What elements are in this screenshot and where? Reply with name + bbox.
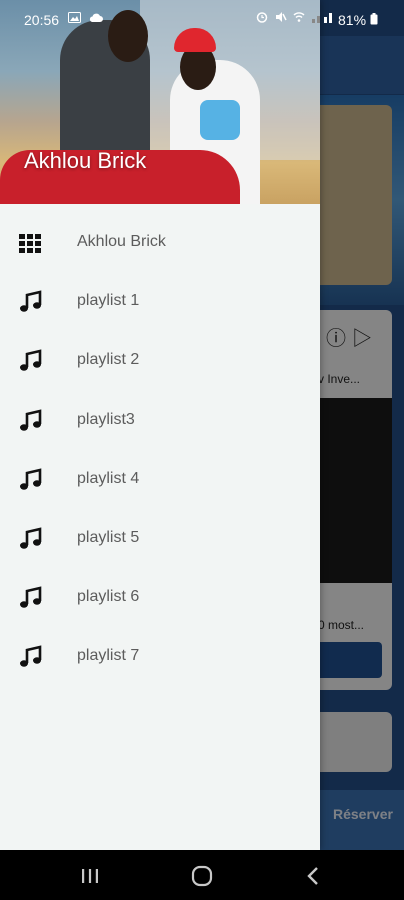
battery-percent: 81% [338, 12, 367, 28]
music-note-icon [20, 645, 42, 668]
battery-level: 81% [338, 12, 378, 28]
grid-icon [19, 234, 41, 253]
drawer-header-name: Akhlou Brick [24, 148, 147, 173]
screen: ⓘ▷ v Inve... 0 most... Réserver 20:56 81… [0, 0, 404, 900]
menu-item-playlist-2[interactable]: playlist 2 [0, 331, 320, 390]
drawer-menu: Akhlou Brick playlist 1 playlist 2 playl… [0, 213, 320, 687]
cloud-icon [89, 13, 103, 22]
menu-item-label: playlist 2 [77, 351, 140, 369]
status-bar: 20:56 81% [0, 0, 404, 36]
battery-icon [370, 13, 378, 25]
menu-item-playlist-3[interactable]: playlist3 [0, 391, 320, 450]
menu-item-playlist-4[interactable]: playlist 4 [0, 450, 320, 509]
menu-item-label: playlist 5 [77, 528, 140, 546]
menu-item-playlist-1[interactable]: playlist 1 [0, 272, 320, 331]
music-note-icon [20, 349, 42, 372]
header-photo-shirt-print [200, 100, 240, 140]
alarm-icon [256, 12, 268, 23]
menu-item-label: playlist 4 [77, 469, 140, 487]
menu-item-label: playlist3 [77, 410, 135, 428]
home-icon[interactable] [188, 862, 216, 890]
recent-apps-icon[interactable] [76, 862, 104, 890]
menu-item-playlist-7[interactable]: playlist 7 [0, 627, 320, 686]
menu-item-playlist-6[interactable]: playlist 6 [0, 568, 320, 627]
system-icons [256, 11, 336, 26]
signal-icon [311, 13, 332, 23]
navigation-drawer: Akhlou Brick Akhlou Brick playlist 1 pla… [0, 0, 320, 850]
music-note-icon [20, 290, 42, 312]
image-icon [68, 12, 81, 23]
menu-item-label: playlist 1 [77, 292, 140, 310]
wifi-icon [293, 12, 305, 22]
menu-item-home[interactable]: Akhlou Brick [0, 213, 320, 272]
back-icon[interactable] [300, 862, 328, 890]
menu-item-label: playlist 6 [77, 588, 140, 606]
status-time: 20:56 [24, 12, 60, 28]
music-note-icon [20, 527, 42, 549]
music-note-icon [20, 468, 42, 490]
system-navigation-bar [0, 850, 404, 900]
menu-item-label: playlist 7 [77, 647, 140, 665]
menu-item-label: Akhlou Brick [77, 233, 166, 250]
mute-icon [275, 12, 287, 22]
music-note-icon [20, 586, 42, 608]
music-note-icon [20, 408, 42, 431]
menu-item-playlist-5[interactable]: playlist 5 [0, 509, 320, 568]
notification-icons [68, 11, 103, 26]
